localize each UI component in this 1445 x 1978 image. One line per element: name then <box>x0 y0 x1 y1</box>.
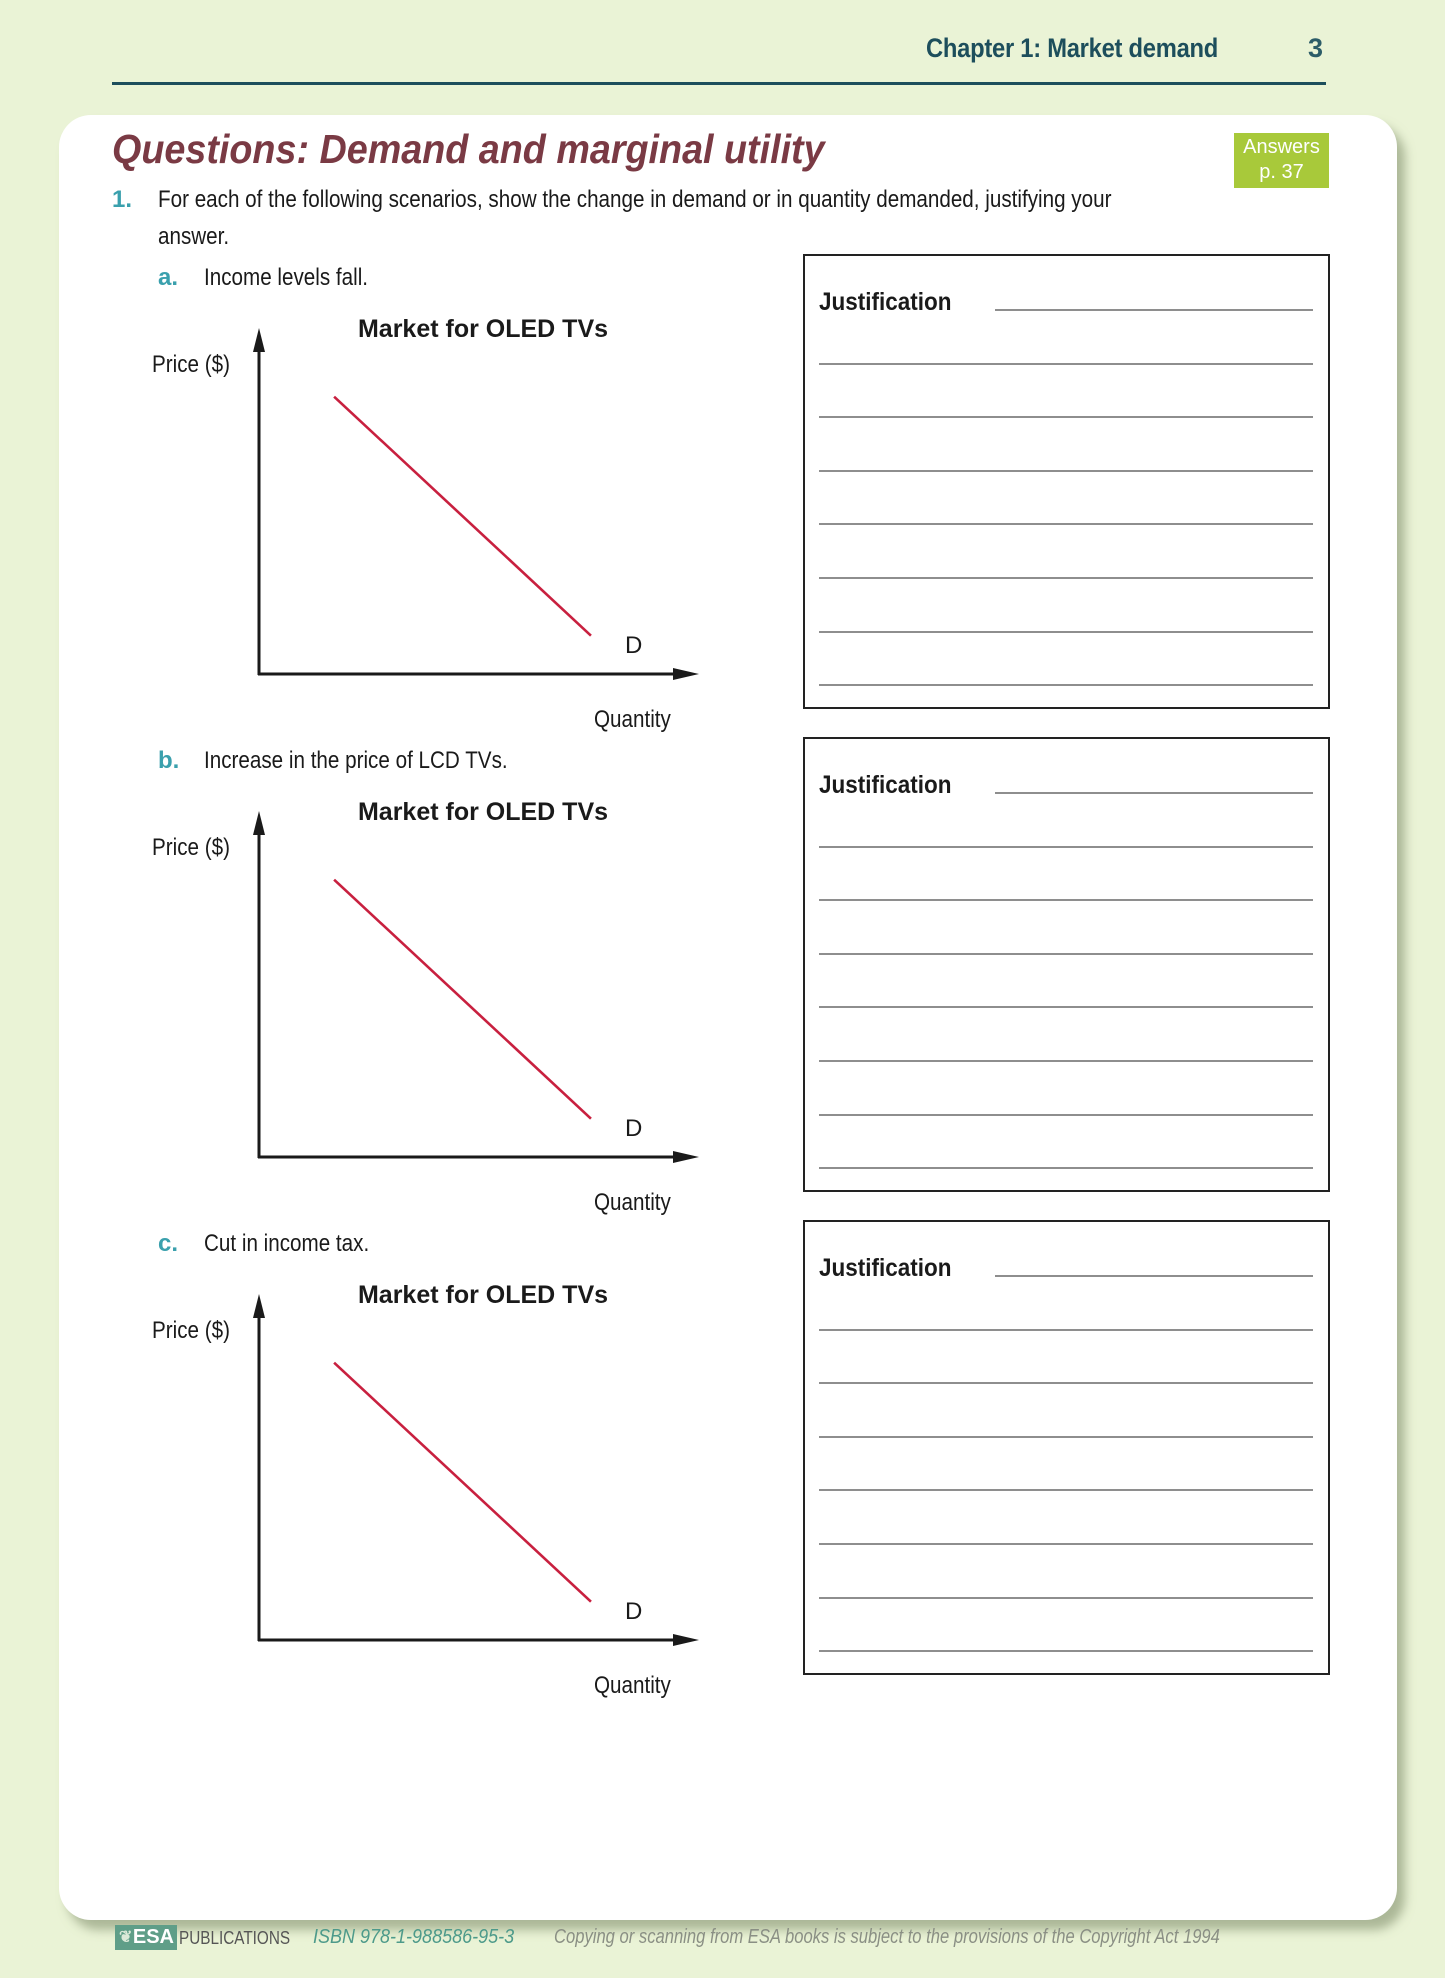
part-letter: c. <box>158 1230 179 1257</box>
demand-chart[interactable]: Market for OLED TVs Price ($) Quantity D <box>140 304 720 733</box>
x-axis-label: Quantity <box>594 1189 671 1216</box>
y-axis-arrow <box>253 1294 265 1318</box>
answer-line[interactable] <box>819 416 1313 419</box>
demand-curve-label: D <box>625 632 643 659</box>
answer-line[interactable] <box>819 577 1313 579</box>
answer-line[interactable] <box>819 952 1313 955</box>
question-number: 1. <box>112 186 133 213</box>
y-axis-label: Price ($) <box>152 351 230 378</box>
question-text-continued: answer. <box>158 223 230 250</box>
justification-box[interactable]: Justification <box>803 737 1330 1192</box>
copyright-notice: Copying or scanning from ESA books is su… <box>554 1926 1220 1948</box>
part-scenario: Increase in the price of LCD TVs. <box>204 747 508 774</box>
y-axis-arrow <box>253 328 265 352</box>
demand-curve <box>333 1361 592 1603</box>
y-axis-arrow <box>253 811 265 835</box>
answer-line[interactable] <box>819 630 1313 633</box>
question-part-c: c. Cut in income tax. Market for OLED TV… <box>0 1220 1445 1710</box>
x-axis-arrow <box>673 668 699 680</box>
demand-chart[interactable]: Market for OLED TVs Price ($) Quantity D <box>140 1270 720 1699</box>
y-axis-label: Price ($) <box>152 834 230 861</box>
x-axis-label: Quantity <box>594 706 671 733</box>
answers-badge[interactable]: Answers p. 37 <box>1234 133 1329 188</box>
chart-title: Market for OLED TVs <box>357 798 609 826</box>
answer-line[interactable] <box>819 1167 1313 1170</box>
x-axis-arrow <box>673 1634 699 1646</box>
demand-curve <box>333 878 592 1120</box>
section-title: Questions: Demand and marginal utility <box>112 126 825 172</box>
esa-logo: ❦ ESA <box>115 1925 177 1950</box>
answer-line[interactable] <box>819 362 1313 365</box>
chart-title: Market for OLED TVs <box>357 315 609 343</box>
part-scenario: Cut in income tax. <box>204 1230 370 1257</box>
answer-line[interactable] <box>995 1275 1313 1277</box>
esa-logo-text: ESA <box>132 1926 174 1948</box>
question-part-a: a. Income levels fall. Market for OLED T… <box>0 254 1445 744</box>
answer-line[interactable] <box>819 845 1313 848</box>
answer-line[interactable] <box>819 1650 1313 1653</box>
publisher-name: PUBLICATIONS <box>179 1928 291 1948</box>
header-rule <box>112 82 1326 85</box>
answer-line[interactable] <box>819 1435 1313 1438</box>
answer-line[interactable] <box>819 1006 1313 1009</box>
answer-line[interactable] <box>819 523 1313 526</box>
answer-line[interactable] <box>819 1489 1313 1492</box>
answer-line[interactable] <box>819 684 1313 687</box>
page-number: 3 <box>1308 33 1324 63</box>
chapter-title: Chapter 1: Market demand <box>926 33 1219 63</box>
justification-box[interactable]: Justification <box>803 1220 1330 1675</box>
justification-label: Justification <box>819 1254 952 1282</box>
answer-line[interactable] <box>819 1543 1313 1545</box>
isbn: ISBN 978-1-988586-95-3 <box>313 1926 515 1948</box>
answer-line[interactable] <box>819 1060 1313 1062</box>
part-letter: a. <box>158 264 179 291</box>
answer-line[interactable] <box>819 899 1313 902</box>
justification-label: Justification <box>819 288 952 316</box>
y-axis-label: Price ($) <box>152 1317 230 1344</box>
answer-line[interactable] <box>819 1596 1313 1599</box>
answer-line[interactable] <box>995 792 1313 794</box>
question-part-b: b. Increase in the price of LCD TVs. Mar… <box>0 737 1445 1227</box>
demand-curve-label: D <box>625 1115 643 1142</box>
demand-chart[interactable]: Market for OLED TVs Price ($) Quantity D <box>140 787 720 1216</box>
x-axis-arrow <box>673 1151 699 1163</box>
answer-line[interactable] <box>819 469 1313 472</box>
answer-line[interactable] <box>819 1382 1313 1385</box>
leaf-icon: ❦ <box>119 1929 133 1946</box>
chart-title: Market for OLED TVs <box>357 1281 609 1309</box>
part-letter: b. <box>158 747 180 774</box>
question-text: For each of the following scenarios, sho… <box>158 186 1112 213</box>
demand-curve <box>333 395 592 637</box>
answer-line[interactable] <box>995 309 1313 311</box>
answer-line[interactable] <box>819 1328 1313 1331</box>
demand-curve-label: D <box>625 1598 643 1625</box>
answers-badge-label: Answers <box>1243 136 1320 158</box>
justification-box[interactable]: Justification <box>803 254 1330 709</box>
x-axis-label: Quantity <box>594 1672 671 1699</box>
part-scenario: Income levels fall. <box>204 264 369 291</box>
answer-line[interactable] <box>819 1113 1313 1116</box>
justification-label: Justification <box>819 771 952 799</box>
answers-badge-page: p. 37 <box>1259 161 1304 183</box>
